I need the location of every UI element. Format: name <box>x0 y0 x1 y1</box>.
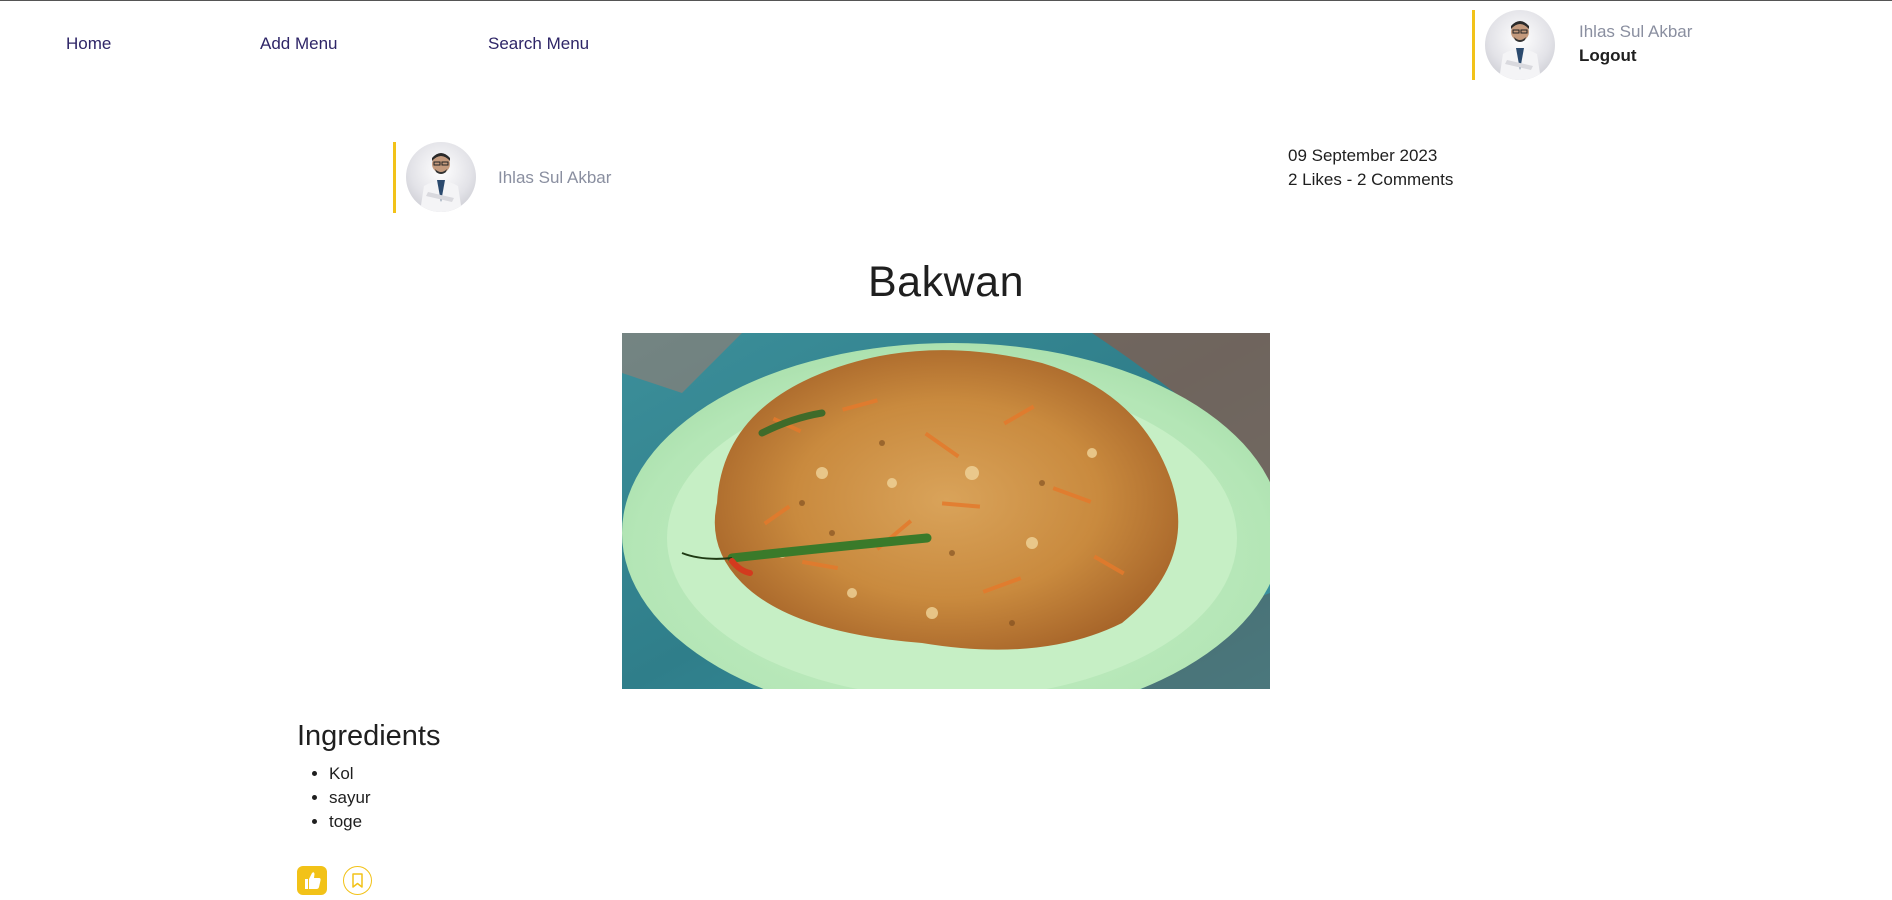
recipe-title: Bakwan <box>868 258 1024 306</box>
recipe-meta: 09 September 2023 2 Likes - 2 Comments <box>1288 144 1453 192</box>
ingredient-item: toge <box>329 810 371 834</box>
logout-button[interactable]: Logout <box>1579 46 1637 66</box>
thumbs-up-icon <box>305 872 321 889</box>
recipe-date: 09 September 2023 <box>1288 146 1438 165</box>
save-button[interactable] <box>343 866 372 895</box>
nav-add-menu-link[interactable]: Add Menu <box>260 34 338 54</box>
ingredients-list: Kol sayur toge <box>297 762 371 834</box>
user-name: Ihlas Sul Akbar <box>1579 22 1693 41</box>
user-avatar <box>1485 10 1555 80</box>
ingredients-heading: Ingredients <box>297 720 441 752</box>
ingredient-item: sayur <box>329 786 371 810</box>
ingredient-item: Kol <box>329 762 371 786</box>
recipe-author-box: Ihlas Sul Akbar <box>393 142 611 213</box>
nav-home-link[interactable]: Home <box>66 34 111 54</box>
recipe-stats: 2 Likes - 2 Comments <box>1288 170 1454 189</box>
author-name: Ihlas Sul Akbar <box>498 168 612 187</box>
author-avatar <box>406 142 476 212</box>
nav-search-menu-link[interactable]: Search Menu <box>488 34 589 54</box>
user-profile-box: Ihlas Sul Akbar Logout <box>1472 10 1692 80</box>
bookmark-icon <box>352 873 363 888</box>
recipe-photo <box>622 333 1270 689</box>
like-button[interactable] <box>297 866 327 895</box>
top-border <box>0 0 1892 1</box>
